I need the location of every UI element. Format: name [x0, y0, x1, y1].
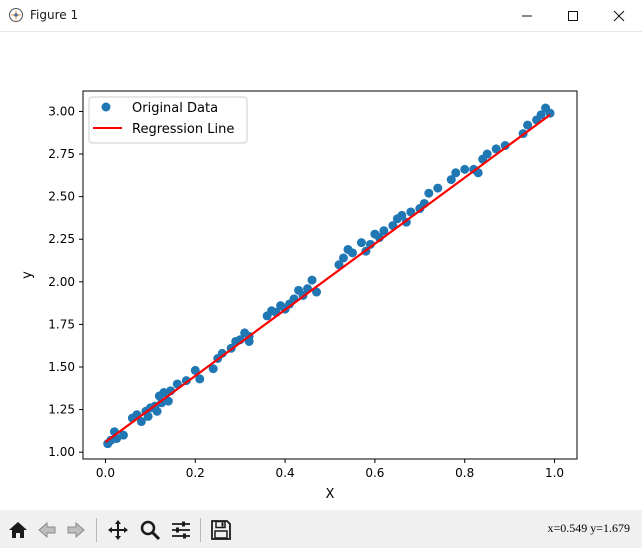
back-button[interactable] [33, 516, 61, 544]
close-button[interactable] [596, 0, 642, 31]
pan-move-icon [108, 520, 128, 540]
app-figure-icon [9, 8, 23, 22]
toolbar-separator [200, 518, 201, 542]
x-tick-label: 0.2 [186, 466, 205, 480]
title-bar: Figure 1 [0, 0, 642, 32]
data-point [152, 406, 162, 416]
minimize-icon [522, 15, 532, 16]
cursor-coordinates: x=0.549 y=1.679 [547, 521, 630, 535]
pan-button[interactable] [104, 516, 132, 544]
y-tick-label: 1.00 [48, 445, 75, 459]
data-point [451, 168, 461, 178]
data-point [460, 164, 470, 174]
y-tick-label: 2.50 [48, 190, 75, 204]
back-arrow-icon [38, 521, 56, 539]
x-tick-label: 0.6 [365, 466, 384, 480]
home-button[interactable] [4, 516, 32, 544]
home-icon [9, 522, 27, 538]
x-axis-ticks: 0.0 0.2 0.4 0.6 0.8 1.0 [96, 459, 564, 480]
configure-subplots-button[interactable] [167, 516, 195, 544]
y-axis-ticks: 1.00 1.25 1.50 1.75 2.00 2.25 2.50 2.75 3.00 [48, 104, 83, 459]
x-tick-label: 0.8 [455, 466, 474, 480]
maximize-icon [568, 10, 578, 21]
y-tick-label: 2.00 [48, 275, 75, 289]
y-tick-label: 1.50 [48, 360, 75, 374]
save-button[interactable] [207, 516, 235, 544]
zoom-button[interactable] [136, 516, 164, 544]
x-tick-label: 0.4 [276, 466, 295, 480]
y-tick-label: 2.75 [48, 147, 75, 161]
toolbar-separator [96, 518, 97, 542]
legend-entry-original-data: Original Data [132, 101, 218, 116]
configure-subplots-icon [172, 521, 190, 539]
regression-line [104, 113, 551, 443]
close-icon [613, 10, 625, 21]
legend: Original Data Regression Line [88, 96, 248, 144]
scatter-points [103, 103, 555, 449]
data-point [482, 149, 492, 159]
data-point [347, 248, 357, 258]
legend-entry-regression-line: Regression Line [132, 122, 234, 137]
y-tick-label: 3.00 [48, 104, 75, 118]
figure-canvas[interactable]: 0.0 0.2 0.4 0.6 0.8 1.0 1.00 1.25 1.50 1.75 2.00 2… [0, 32, 642, 510]
regression-line-layer [104, 113, 551, 443]
legend-scatter-marker [101, 102, 111, 112]
data-point [356, 238, 366, 248]
forward-button[interactable] [62, 516, 90, 544]
x-tick-label: 1.0 [545, 466, 564, 480]
x-tick-label: 0.0 [96, 466, 115, 480]
y-tick-label: 1.25 [48, 403, 75, 417]
minimize-button[interactable] [504, 0, 550, 31]
navigation-toolbar: x=0.549 y=1.679 [0, 512, 642, 548]
y-tick-label: 1.75 [48, 317, 75, 331]
data-point [433, 183, 443, 193]
maximize-button[interactable] [550, 0, 596, 31]
save-floppy-icon [211, 520, 231, 540]
y-tick-label: 2.25 [48, 232, 75, 246]
y-axis-label: y [20, 271, 35, 279]
forward-arrow-icon [67, 521, 85, 539]
scatter-regression-chart: 0.0 0.2 0.4 0.6 0.8 1.0 1.00 1.25 1.50 1.75 2.00 2… [20, 90, 578, 502]
data-point [338, 253, 348, 263]
data-point [307, 275, 317, 285]
zoom-magnifier-icon [140, 520, 161, 541]
data-point [424, 188, 434, 198]
window-title: Figure 1 [30, 8, 79, 22]
x-axis-label: X [326, 487, 335, 502]
